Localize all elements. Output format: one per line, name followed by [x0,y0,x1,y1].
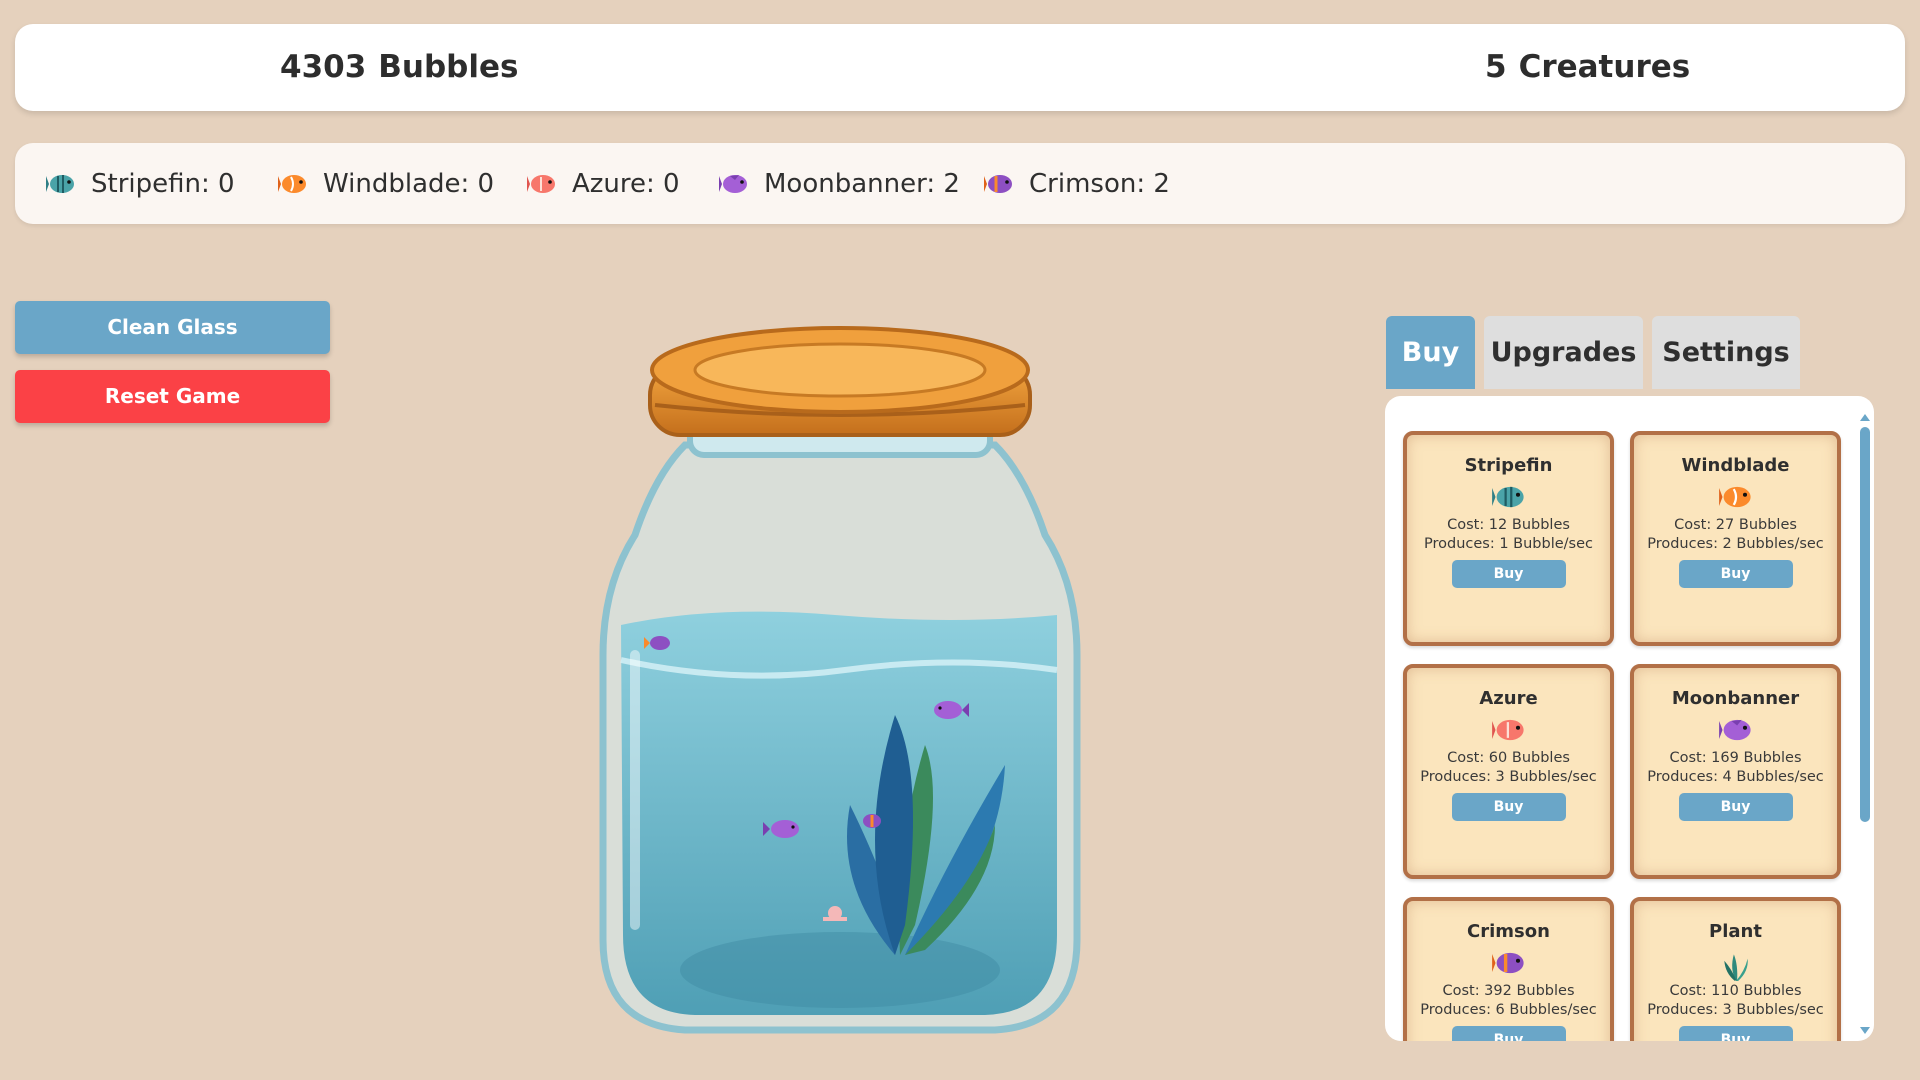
salmon-fish-icon [1491,719,1524,741]
creature-count-value: 5 [1485,49,1507,85]
shop-card-produces: Produces: 3 Bubbles/sec [1647,1002,1824,1018]
scrollbar-thumb[interactable] [1860,427,1870,822]
count-azure: Azure: 0 [526,143,680,224]
shop-card-crimson: Crimson Cost: 392 Bubbles Produces: 6 Bu… [1403,897,1614,1041]
shop-card-produces: Produces: 4 Bubbles/sec [1647,769,1824,785]
jar-lid [648,326,1032,437]
clean-glass-button[interactable]: Clean Glass [15,301,330,354]
shop-scrollbar[interactable] [1860,414,1870,1034]
shop-card-name: Windblade [1681,455,1790,476]
crimson-fish-icon [984,174,1012,193]
stats-bar: 4303 Bubbles 5 Creatures [15,24,1905,111]
count-stripefin: Stripefin: 0 [45,143,235,224]
shop-card-moonbanner: Moonbanner Cost: 169 Bubbles Produces: 4… [1630,664,1841,879]
creature-count: 5 Creatures [1485,24,1690,111]
buy-plant-button[interactable]: Buy [1678,1026,1793,1041]
shop-card-name: Crimson [1467,921,1550,942]
orange-fish-icon [278,174,306,193]
shop-card-stripefin: Stripefin Cost: 12 Bubbles Produces: 1 B… [1403,431,1614,646]
shop-card-name: Plant [1709,921,1762,942]
shop-card-produces: Produces: 6 Bubbles/sec [1420,1002,1597,1018]
shop-card-cost: Cost: 392 Bubbles [1442,983,1575,999]
jar-aquarium[interactable] [595,325,1085,1045]
salmon-fish-icon [527,174,555,193]
count-windblade: Windblade: 0 [277,143,494,224]
purple-fish-icon [719,174,747,193]
tab-upgrades[interactable]: Upgrades [1484,316,1643,389]
crimson-fish-icon [1491,952,1524,974]
count-crimson-text: Crimson: 2 [1029,168,1170,199]
bubble-count-label: Bubbles [378,49,519,85]
buy-moonbanner-button[interactable]: Buy [1678,793,1793,821]
orange-fish-icon [1718,486,1751,508]
shop-panel: Stripefin Cost: 12 Bubbles Produces: 1 B… [1385,396,1874,1041]
buy-stripefin-button[interactable]: Buy [1451,560,1566,588]
shop-card-cost: Cost: 110 Bubbles [1669,983,1802,999]
tab-buy[interactable]: Buy [1386,316,1475,389]
count-windblade-text: Windblade: 0 [323,168,495,199]
shop-card-produces: Produces: 1 Bubble/sec [1423,536,1593,552]
buy-azure-button[interactable]: Buy [1451,793,1566,821]
purple-fish-icon [1718,719,1751,741]
reset-game-button[interactable]: Reset Game [15,370,330,423]
shop-card-cost: Cost: 12 Bubbles [1447,517,1570,533]
shop-card-windblade: Windblade Cost: 27 Bubbles Produces: 2 B… [1630,431,1841,646]
shop-card-cost: Cost: 60 Bubbles [1447,750,1570,766]
shop-card-cost: Cost: 169 Bubbles [1669,750,1802,766]
tab-settings[interactable]: Settings [1652,316,1800,389]
shop-card-produces: Produces: 2 Bubbles/sec [1647,536,1824,552]
shop-card-cost: Cost: 27 Bubbles [1674,517,1797,533]
creature-count-label: Creatures [1518,49,1691,85]
count-moonbanner: Moonbanner: 2 [718,143,960,224]
bubble-count: 4303 Bubbles [280,24,518,111]
buy-windblade-button[interactable]: Buy [1678,560,1793,588]
shop-list[interactable]: Stripefin Cost: 12 Bubbles Produces: 1 B… [1385,396,1855,1041]
buy-crimson-button[interactable]: Buy [1451,1026,1566,1041]
shop-card-azure: Azure Cost: 60 Bubbles Produces: 3 Bubbl… [1403,664,1614,879]
teal-fish-icon [1491,486,1524,508]
shop-card-name: Stripefin [1464,455,1553,476]
shop-card-plant: Plant Cost: 110 Bubbles Produces: 3 Bubb… [1630,897,1841,1041]
count-crimson: Crimson: 2 [983,143,1170,224]
seaweed-icon [1723,954,1748,981]
shop-card-produces: Produces: 3 Bubbles/sec [1420,769,1597,785]
shop-card-name: Azure [1479,688,1538,709]
count-azure-text: Azure: 0 [572,168,680,199]
count-stripefin-text: Stripefin: 0 [91,168,235,199]
scroll-down-arrow-icon[interactable] [1860,1027,1870,1034]
shop-card-name: Moonbanner [1671,688,1800,709]
tank-fish-crimson [863,814,881,828]
creature-count-bar: Stripefin: 0 Windblade: 0 Azure: 0 Moonb… [15,143,1905,224]
scroll-up-arrow-icon[interactable] [1860,414,1870,421]
bubble-count-value: 4303 [280,49,367,85]
teal-fish-icon [46,174,74,193]
count-moonbanner-text: Moonbanner: 2 [764,168,960,199]
